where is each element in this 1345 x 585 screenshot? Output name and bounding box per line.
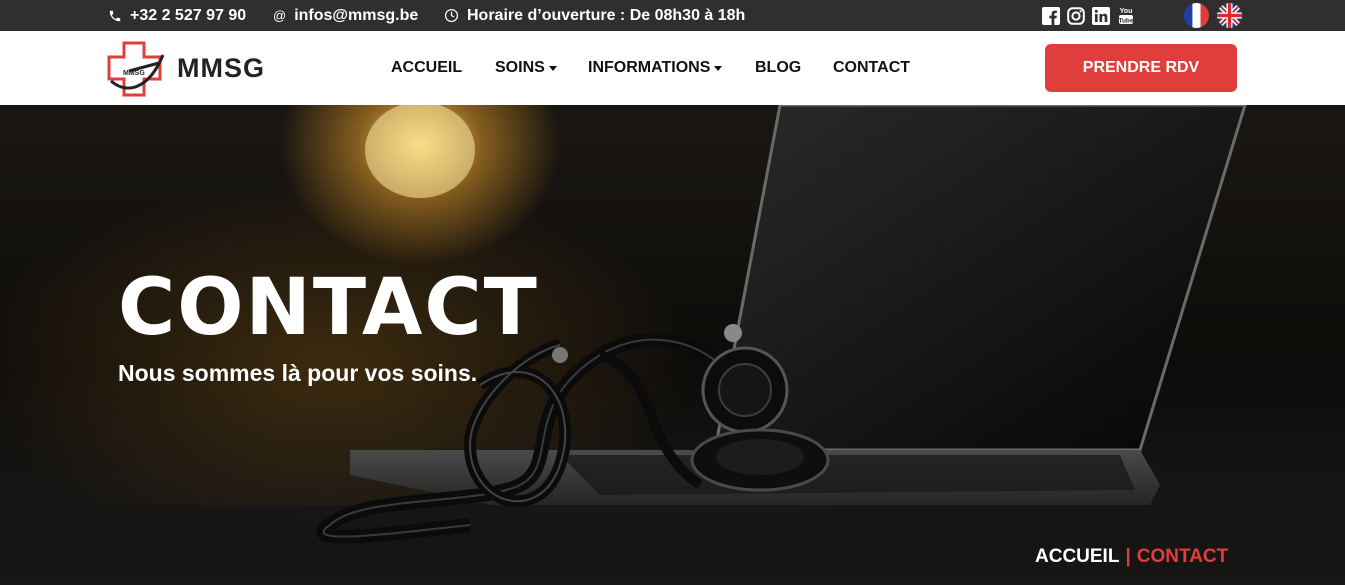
- svg-text:Tube: Tube: [1118, 17, 1133, 24]
- nav-item-blog[interactable]: BLOG: [755, 31, 801, 105]
- phone-text: +32 2 527 97 90: [130, 6, 247, 24]
- linkedin-icon[interactable]: [1091, 6, 1110, 25]
- opening-hours: Horaire d’ouverture : De 08h30 à 18h: [444, 0, 745, 31]
- email-contact[interactable]: @ infos@mmsg.be: [273, 0, 418, 31]
- caret-down-icon: [714, 65, 723, 71]
- facebook-icon[interactable]: [1041, 6, 1060, 25]
- uk-flag-icon[interactable]: [1217, 3, 1242, 28]
- breadcrumb: ACCUEIL | CONTACT: [1035, 546, 1228, 568]
- hero-banner: CONTACT Nous sommes là pour vos soins. A…: [0, 105, 1345, 585]
- logo-text: MMSG: [123, 70, 145, 77]
- main-navbar: MMSG MMSG ACCUEIL SOINS INFORMATIONS BLO…: [0, 31, 1345, 105]
- youtube-icon[interactable]: You Tube: [1116, 6, 1135, 25]
- fr-flag-icon[interactable]: [1184, 3, 1209, 28]
- breadcrumb-current: CONTACT: [1136, 546, 1229, 567]
- nav-label-soins: SOINS: [495, 59, 545, 76]
- nav-item-informations[interactable]: INFORMATIONS: [588, 31, 723, 105]
- nav-item-contact[interactable]: CONTACT: [833, 31, 910, 105]
- breadcrumb-home[interactable]: ACCUEIL: [1035, 546, 1119, 568]
- brand-name[interactable]: MMSG: [177, 53, 265, 84]
- nav-item-accueil[interactable]: ACCUEIL: [391, 31, 462, 105]
- phone-contact[interactable]: +32 2 527 97 90: [108, 0, 246, 31]
- top-bar: +32 2 527 97 90 @ infos@mmsg.be Horaire …: [0, 0, 1345, 31]
- nav-label-informations: INFORMATIONS: [588, 59, 711, 76]
- prendre-rdv-button[interactable]: PRENDRE RDV: [1045, 44, 1237, 92]
- nav-label-accueil: ACCUEIL: [391, 59, 463, 76]
- instagram-icon[interactable]: [1066, 6, 1085, 25]
- nav-item-soins[interactable]: SOINS: [495, 31, 557, 105]
- clock-icon: [444, 8, 459, 23]
- hours-text: Horaire d’ouverture : De 08h30 à 18h: [467, 6, 746, 24]
- svg-text:You: You: [1119, 8, 1132, 15]
- page-title: CONTACT: [118, 263, 539, 353]
- social-links: You Tube: [1041, 6, 1135, 25]
- at-icon: @: [273, 8, 287, 23]
- caret-down-icon: [548, 65, 557, 71]
- nav-label-contact: CONTACT: [833, 59, 911, 76]
- mmsg-logo[interactable]: MMSG: [107, 41, 165, 97]
- phone-icon: [108, 9, 122, 23]
- nav-label-blog: BLOG: [755, 59, 802, 76]
- page-subtitle: Nous sommes là pour vos soins.: [118, 360, 478, 386]
- breadcrumb-separator: |: [1125, 546, 1131, 567]
- email-text: infos@mmsg.be: [294, 6, 419, 24]
- language-switcher: [1184, 3, 1242, 28]
